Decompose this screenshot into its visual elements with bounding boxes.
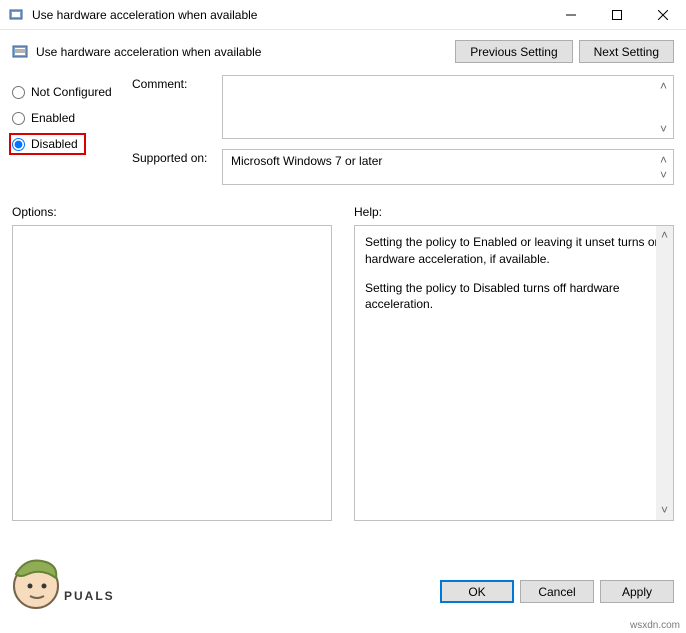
options-box[interactable]: [12, 225, 332, 521]
window-policy-icon: [8, 7, 24, 23]
radio-not-configured-input[interactable]: [12, 86, 25, 99]
maximize-button[interactable]: [594, 0, 640, 30]
chevron-down-icon[interactable]: ˅: [656, 167, 671, 182]
help-panel: Help: Setting the policy to Enabled or l…: [354, 205, 674, 521]
chevron-up-icon[interactable]: ˄: [656, 152, 671, 167]
radio-disabled-input[interactable]: [12, 138, 25, 151]
options-panel: Options:: [12, 205, 332, 521]
scrollbar[interactable]: ˄ ˅: [656, 226, 673, 520]
radio-disabled[interactable]: Disabled: [12, 137, 78, 151]
watermark-site: wsxdn.com: [630, 620, 680, 631]
minimize-button[interactable]: [548, 0, 594, 30]
previous-setting-button[interactable]: Previous Setting: [455, 40, 572, 63]
close-button[interactable]: [640, 0, 686, 30]
ok-button[interactable]: OK: [440, 580, 514, 603]
radio-enabled[interactable]: Enabled: [12, 105, 132, 131]
watermark-brand-text: PUALS: [64, 589, 115, 603]
comment-textarea[interactable]: ˄ ˅: [222, 75, 674, 139]
policy-icon: [12, 44, 28, 60]
policy-title: Use hardware acceleration when available: [36, 45, 449, 59]
supported-on-value: Microsoft Windows 7 or later: [231, 154, 382, 168]
radio-label: Not Configured: [31, 85, 112, 99]
titlebar: Use hardware acceleration when available: [0, 0, 686, 30]
help-paragraph: Setting the policy to Enabled or leaving…: [365, 234, 663, 268]
help-paragraph: Setting the policy to Disabled turns off…: [365, 280, 663, 314]
options-label: Options:: [12, 205, 332, 219]
dialog-buttons: OK Cancel Apply: [440, 580, 674, 603]
highlight-box: Disabled: [9, 133, 86, 155]
next-setting-button[interactable]: Next Setting: [579, 40, 674, 63]
radio-enabled-input[interactable]: [12, 112, 25, 125]
radio-label: Disabled: [31, 137, 78, 151]
radio-not-configured[interactable]: Not Configured: [12, 79, 132, 105]
policy-header: Use hardware acceleration when available…: [0, 30, 686, 75]
apply-button[interactable]: Apply: [600, 580, 674, 603]
help-box: Setting the policy to Enabled or leaving…: [354, 225, 674, 521]
watermark-logo: PUALS: [8, 552, 218, 617]
help-label: Help:: [354, 205, 674, 219]
radio-label: Enabled: [31, 111, 75, 125]
state-radio-group: Not Configured Enabled Disabled: [12, 75, 132, 195]
chevron-up-icon[interactable]: ˄: [656, 78, 671, 93]
chevron-up-icon[interactable]: ˄: [657, 228, 672, 243]
comment-label: Comment:: [132, 75, 222, 91]
chevron-down-icon[interactable]: ˅: [656, 121, 671, 136]
cancel-button[interactable]: Cancel: [520, 580, 594, 603]
supported-on-label: Supported on:: [132, 149, 222, 165]
chevron-down-icon[interactable]: ˅: [657, 503, 672, 518]
window-title: Use hardware acceleration when available: [32, 8, 548, 22]
supported-on-textarea: Microsoft Windows 7 or later ˄ ˅: [222, 149, 674, 185]
